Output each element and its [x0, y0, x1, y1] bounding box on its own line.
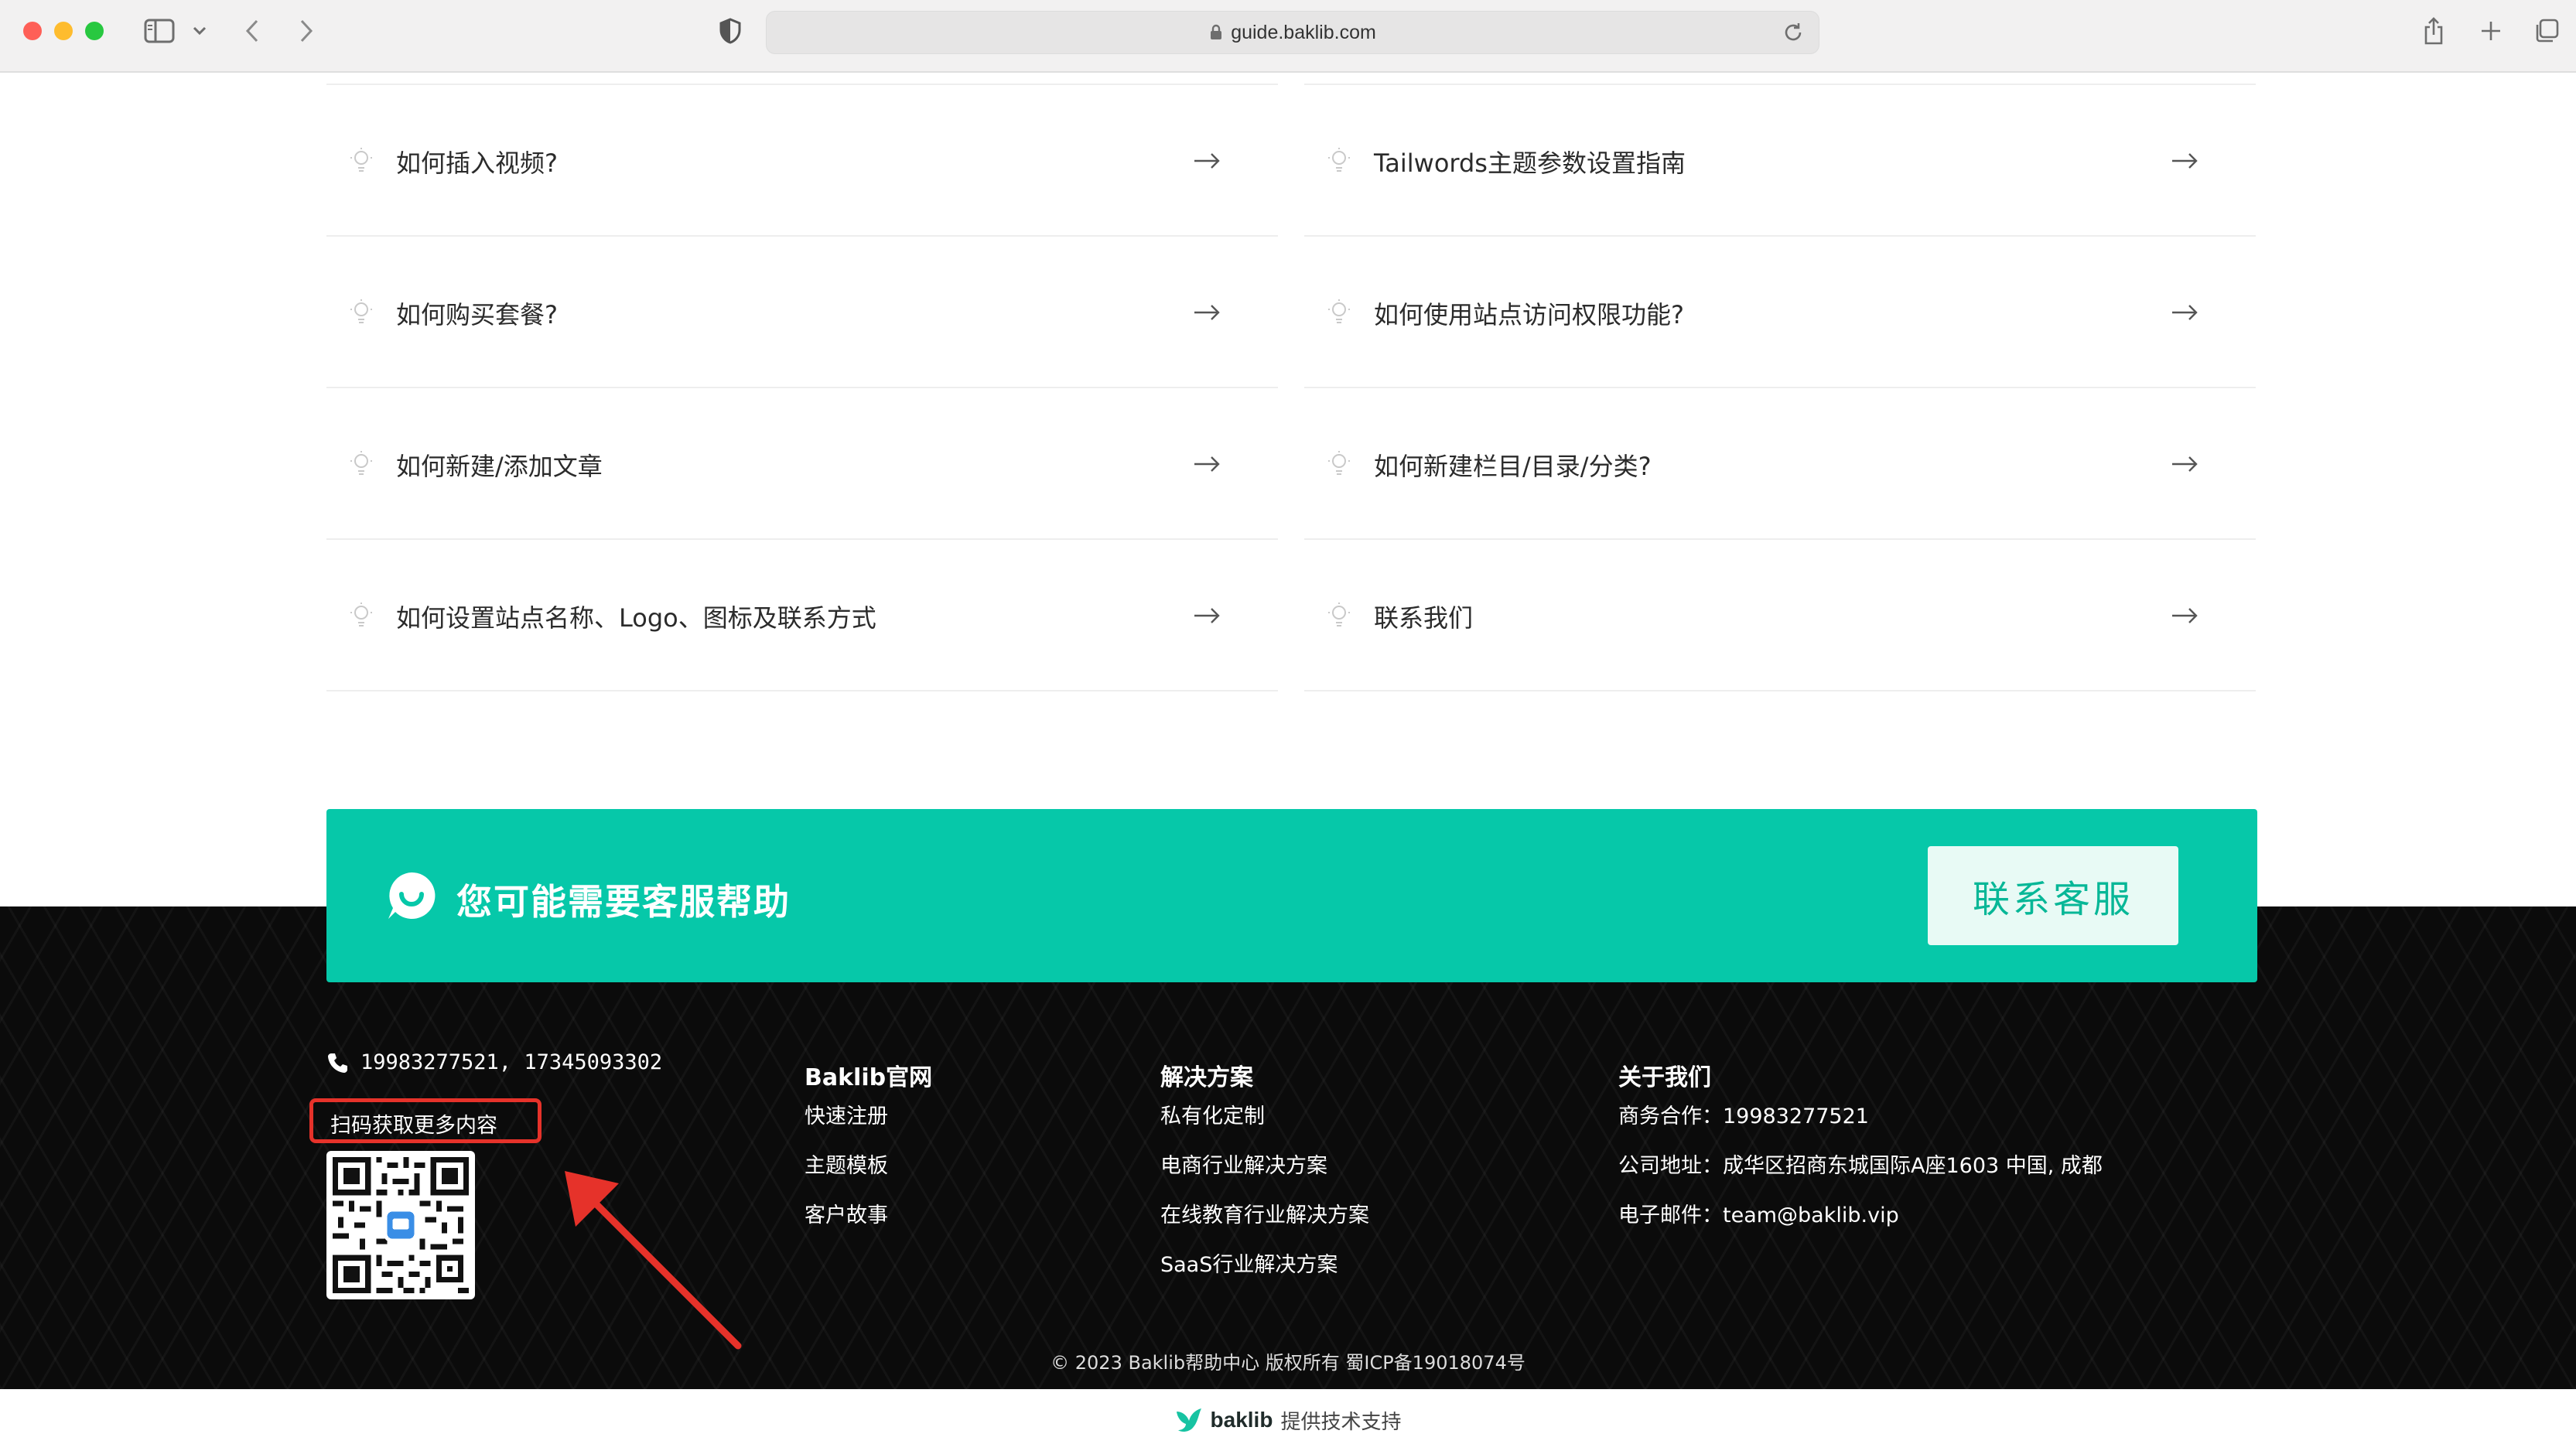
powered-by-brand[interactable]: baklib — [1211, 1408, 1273, 1432]
chat-smile-icon — [388, 872, 436, 919]
phone-icon — [328, 1053, 347, 1073]
sidebar-toggle-icon[interactable] — [142, 14, 176, 48]
lightbulb-icon — [1328, 299, 1350, 323]
faq-item[interactable]: 如何插入视频? — [326, 85, 1278, 237]
contact-support-button[interactable]: 联系客服 — [1928, 846, 2178, 945]
minimize-window-button[interactable] — [54, 22, 73, 40]
faq-item-label: 如何使用站点访问权限功能? — [1374, 300, 1684, 329]
faq-item-label: 如何新建栏目/目录/分类? — [1374, 452, 1652, 481]
faq-item[interactable]: 如何使用站点访问权限功能? — [1304, 237, 2256, 388]
faq-item[interactable]: 如何新建/添加文章 — [326, 388, 1278, 540]
lightbulb-icon — [1328, 451, 1350, 475]
powered-by-bar: baklib 提供技术支持 — [0, 1389, 2576, 1451]
footer-link-ecommerce[interactable]: 电商行业解决方案 — [1160, 1142, 1369, 1191]
footer-column-solutions: 解决方案 私有化定制 电商行业解决方案 在线教育行业解决方案 SaaS行业解决方… — [1160, 1058, 1369, 1290]
lightbulb-icon — [350, 603, 372, 626]
footer-column-title: 关于我们 — [1618, 1064, 1711, 1091]
footer-column-title: 解决方案 — [1160, 1064, 1253, 1091]
privacy-shield-icon[interactable] — [715, 14, 746, 48]
lightbulb-icon — [1328, 603, 1350, 626]
close-window-button[interactable] — [23, 22, 42, 40]
arrow-right-icon — [2172, 153, 2198, 169]
footer-link-stories[interactable]: 客户故事 — [805, 1191, 932, 1241]
footer-link-saas[interactable]: SaaS行业解决方案 — [1160, 1241, 1369, 1290]
footer-business-contact: 商务合作：19983277521 — [1618, 1104, 1869, 1128]
lightbulb-icon — [350, 299, 372, 323]
annotation-arrow-icon — [565, 1171, 742, 1350]
footer-address: 公司地址：成华区招商东城国际A座1603 中国, 成都 — [1618, 1154, 2103, 1178]
faq-item[interactable]: 如何设置站点名称、Logo、图标及联系方式 — [326, 540, 1278, 691]
lightbulb-icon — [350, 148, 372, 172]
bird-logo-icon — [1176, 1408, 1201, 1432]
forward-icon[interactable] — [292, 14, 320, 48]
tab-overview-icon[interactable] — [2531, 14, 2562, 48]
faq-item-label: 联系我们 — [1374, 603, 1474, 633]
lightbulb-icon — [350, 451, 372, 475]
phone-numbers: 19983277521, 17345093302 — [360, 1050, 663, 1074]
faq-item-label: 如何购买套餐? — [396, 300, 558, 329]
arrow-right-icon — [1194, 608, 1220, 623]
arrow-right-icon — [2172, 456, 2198, 472]
back-icon[interactable] — [238, 14, 266, 48]
footer-column-about: 关于我们 商务合作：19983277521 公司地址：成华区招商东城国际A座16… — [1618, 1058, 2103, 1241]
copyright-text: © 2023 Baklib帮助中心 版权所有 蜀ICP备19018074号 — [1051, 1352, 1525, 1374]
faq-item-label: 如何新建/添加文章 — [396, 452, 603, 481]
powered-by-text: 提供技术支持 — [1280, 1410, 1402, 1434]
footer-link-education[interactable]: 在线教育行业解决方案 — [1160, 1191, 1369, 1241]
reload-icon[interactable] — [1782, 21, 1805, 47]
footer-email[interactable]: 电子邮件：team@baklib.vip — [1618, 1191, 2103, 1241]
lightbulb-icon — [1328, 148, 1350, 172]
share-icon[interactable] — [2418, 14, 2449, 48]
faq-item[interactable]: 如何购买套餐? — [326, 237, 1278, 388]
arrow-right-icon — [2172, 608, 2198, 623]
lock-icon — [1211, 24, 1222, 39]
footer-link-themes[interactable]: 主题模板 — [805, 1142, 932, 1191]
footer-link-register[interactable]: 快速注册 — [805, 1103, 932, 1131]
browser-toolbar: guide.baklib.com — [0, 0, 2576, 73]
footer-link-private[interactable]: 私有化定制 — [1160, 1103, 1369, 1131]
support-banner: 您可能需要客服帮助 联系客服 — [326, 809, 2257, 982]
qr-code — [326, 1151, 475, 1299]
arrow-right-icon — [2172, 305, 2198, 320]
chevron-down-icon[interactable] — [189, 14, 210, 48]
faq-item-label: 如何插入视频? — [396, 149, 558, 178]
faq-item[interactable]: Tailwords主题参数设置指南 — [1304, 85, 2256, 237]
new-tab-icon[interactable] — [2475, 14, 2506, 48]
arrow-right-icon — [1194, 153, 1220, 169]
faq-item[interactable]: 如何新建栏目/目录/分类? — [1304, 388, 2256, 540]
faq-item[interactable]: 联系我们 — [1304, 540, 2256, 691]
faq-item-label: 如何设置站点名称、Logo、图标及联系方式 — [396, 603, 876, 633]
faq-item-label: Tailwords主题参数设置指南 — [1374, 149, 1686, 178]
scan-label: 扫码获取更多内容 — [330, 1114, 497, 1138]
url-text: guide.baklib.com — [1231, 21, 1376, 43]
arrow-right-icon — [1194, 456, 1220, 472]
footer-column-title: Baklib官网 — [805, 1064, 933, 1091]
contact-phone: 19983277521, 17345093302 — [326, 1050, 662, 1074]
scan-highlight-box: 扫码获取更多内容 — [309, 1098, 542, 1143]
support-banner-text: 您可能需要客服帮助 — [456, 881, 791, 923]
arrow-right-icon — [1194, 305, 1220, 320]
address-bar[interactable]: guide.baklib.com — [766, 11, 1819, 54]
footer-column-baklib: Baklib官网 快速注册 主题模板 客户故事 — [805, 1058, 932, 1241]
zoom-window-button[interactable] — [85, 22, 104, 40]
